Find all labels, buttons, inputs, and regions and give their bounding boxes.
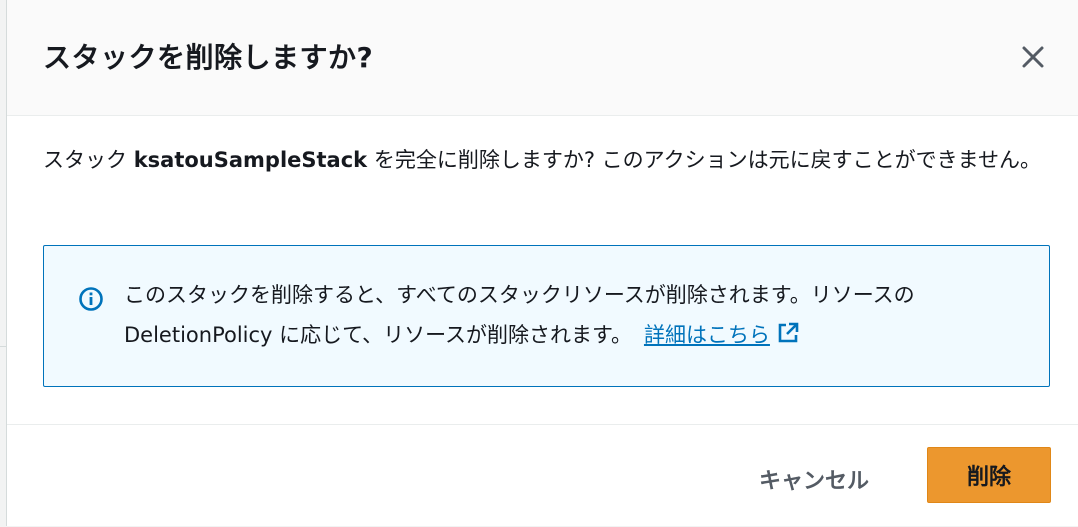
info-icon (79, 287, 103, 311)
dialog-footer: キャンセル 削除 (7, 424, 1078, 527)
dialog-body: スタック ksatouSampleStack を完全に削除しますか? このアクシ… (43, 140, 1050, 387)
alert-message: このスタックを削除すると、すべてのスタックリソースが削除されます。リソースの D… (124, 275, 1024, 355)
learn-more-label: 詳細はこちら (643, 323, 770, 347)
cancel-button[interactable]: キャンセル (753, 459, 875, 499)
learn-more-link[interactable]: 詳細はこちら (643, 322, 800, 347)
dialog-header: スタックを削除しますか? (7, 0, 1078, 116)
confirm-message: スタック ksatouSampleStack を完全に削除しますか? このアクシ… (43, 140, 1043, 180)
external-link-icon (778, 322, 799, 343)
stack-name: ksatouSampleStack (133, 148, 368, 172)
delete-button[interactable]: 削除 (927, 447, 1051, 503)
confirm-text-prefix: スタック (43, 148, 134, 172)
delete-stack-dialog: スタックを削除しますか? スタック ksatouSampleStack を完全に… (6, 0, 1078, 526)
confirm-text-suffix: を完全に削除しますか? このアクションは元に戻すことができません。 (367, 148, 1041, 172)
close-button[interactable] (1016, 40, 1050, 74)
close-icon (1022, 46, 1044, 68)
dialog-title: スタックを削除しますか? (43, 41, 374, 74)
info-alert: このスタックを削除すると、すべてのスタックリソースが削除されます。リソースの D… (43, 245, 1050, 387)
